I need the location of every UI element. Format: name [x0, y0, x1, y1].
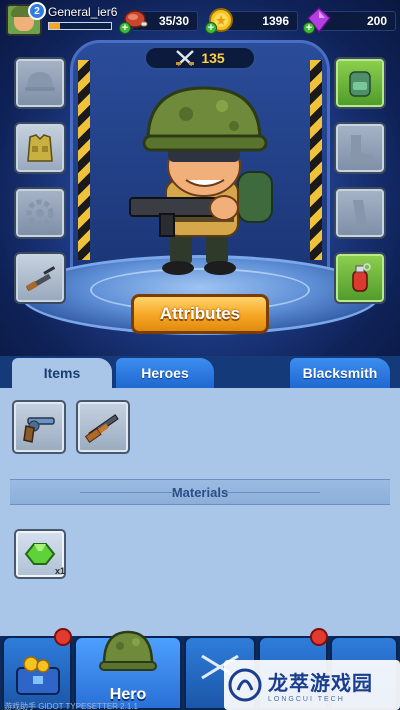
treasure-chest-icon [16, 656, 60, 695]
gem-value: 200 [366, 14, 387, 28]
soldier-hero-figure[interactable] [120, 80, 290, 280]
materials-header: Materials [10, 479, 390, 505]
tab-blacksmith[interactable]: Blacksmith [290, 358, 390, 388]
shotgun-icon [84, 414, 119, 443]
site-watermark: 龙萃游戏园 LONGCUI TECH [224, 660, 400, 710]
footer-caption: 游戏助手 GIDOT TYPESETTER 2.1.1 [4, 702, 138, 710]
helmet-slot-empty[interactable] [14, 57, 66, 109]
status-bar: 2 General_ier6 + 35/30 + 1396 + 200 [0, 0, 400, 40]
rifle-icon [26, 266, 56, 292]
gold-counter[interactable]: + 1396 [205, 8, 298, 34]
helmet-silhouette-icon [25, 72, 55, 91]
player-level-badge: 2 [28, 2, 46, 20]
watermark-logo-icon [228, 668, 262, 702]
rifle-slot[interactable] [14, 252, 66, 304]
hazard-stripe-right [310, 60, 322, 260]
tab-items[interactable]: Items [12, 358, 112, 388]
watermark-text-group: 龙萃游戏园 LONGCUI TECH [268, 667, 373, 703]
armor-vest-icon [27, 134, 53, 162]
materials-title: Materials [171, 484, 229, 500]
player-name: General_ier6 [48, 5, 118, 19]
nav-shop[interactable] [2, 636, 72, 710]
gear-slot-empty[interactable] [14, 187, 66, 239]
attributes-button[interactable]: Attributes [131, 294, 269, 334]
gem-counter[interactable]: + 200 [303, 6, 396, 34]
grenade-icon [352, 263, 371, 292]
armor-vest-slot[interactable] [14, 122, 66, 174]
add-stamina-button[interactable]: + [119, 22, 131, 34]
add-gold-button[interactable]: + [205, 22, 217, 34]
tab-heroes[interactable]: Heroes [116, 358, 214, 388]
boots-slot-empty[interactable] [334, 122, 386, 174]
hero-power-value: 135 [201, 50, 225, 66]
watermark-subtitle: LONGCUI TECH [268, 696, 345, 703]
shop-notification-dot [54, 628, 72, 646]
boots-silhouette-icon [351, 135, 373, 161]
xp-fill [49, 23, 61, 29]
header-rule-left [80, 492, 175, 493]
header-rule-right [225, 492, 320, 493]
revolver-item[interactable] [12, 400, 66, 454]
add-gems-button[interactable]: + [303, 22, 315, 34]
hazard-stripe-left [78, 60, 90, 260]
army-helmet-icon [99, 630, 157, 671]
grenade-slot[interactable] [334, 252, 386, 304]
watermark-title: 龙萃游戏园 [268, 671, 373, 695]
shotgun-item[interactable] [76, 400, 130, 454]
magazine-slot-empty[interactable] [334, 187, 386, 239]
xp-bar [48, 22, 112, 30]
magazine-silhouette-icon [353, 200, 367, 226]
gold-value: 1396 [262, 14, 289, 28]
stamina-counter[interactable]: + 35/30 [119, 10, 198, 34]
revolver-icon [23, 417, 55, 443]
hero-power-badge: 135 [144, 46, 256, 70]
backpack-slot[interactable] [334, 57, 386, 109]
material-count: x1 [55, 566, 66, 576]
stamina-value: 35/30 [158, 14, 189, 28]
crossed-swords-icon [176, 50, 195, 66]
tasks-notification-dot [310, 628, 328, 646]
backpack-icon [349, 71, 371, 97]
gear-silhouette-icon [26, 199, 54, 227]
